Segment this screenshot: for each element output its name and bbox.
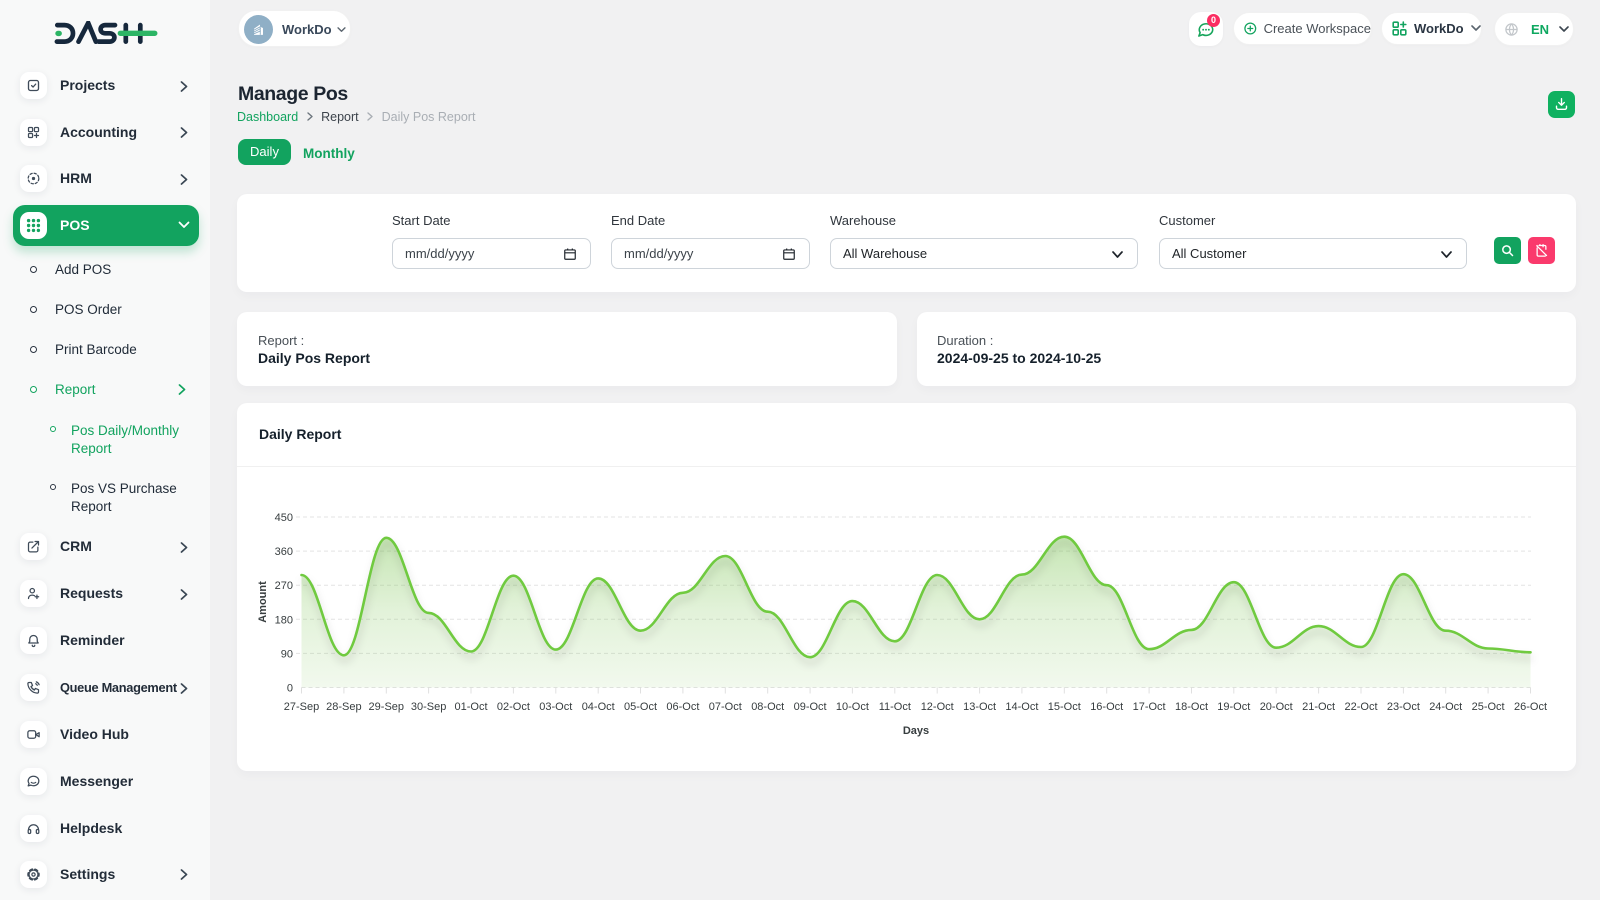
svg-text:01-Oct: 01-Oct	[454, 701, 487, 713]
svg-text:180: 180	[275, 614, 293, 626]
svg-text:90: 90	[281, 648, 293, 660]
svg-text:22-Oct: 22-Oct	[1344, 701, 1377, 713]
svg-text:Amount: Amount	[257, 581, 269, 623]
svg-text:28-Sep: 28-Sep	[326, 701, 361, 713]
svg-text:11-Oct: 11-Oct	[879, 701, 911, 713]
svg-text:05-Oct: 05-Oct	[624, 701, 657, 713]
svg-text:03-Oct: 03-Oct	[539, 701, 572, 713]
svg-text:27-Sep: 27-Sep	[284, 701, 319, 713]
svg-text:26-Oct: 26-Oct	[1514, 701, 1547, 713]
svg-text:19-Oct: 19-Oct	[1217, 701, 1250, 713]
svg-text:25-Oct: 25-Oct	[1472, 701, 1505, 713]
svg-text:12-Oct: 12-Oct	[921, 701, 954, 713]
svg-text:29-Sep: 29-Sep	[369, 701, 404, 713]
svg-text:09-Oct: 09-Oct	[794, 701, 827, 713]
svg-text:18-Oct: 18-Oct	[1175, 701, 1208, 713]
svg-text:21-Oct: 21-Oct	[1302, 701, 1335, 713]
svg-text:24-Oct: 24-Oct	[1429, 701, 1462, 713]
svg-text:360: 360	[275, 546, 293, 558]
svg-text:04-Oct: 04-Oct	[582, 701, 615, 713]
svg-text:20-Oct: 20-Oct	[1260, 701, 1293, 713]
svg-text:15-Oct: 15-Oct	[1048, 701, 1081, 713]
svg-text:06-Oct: 06-Oct	[666, 701, 699, 713]
svg-text:13-Oct: 13-Oct	[963, 701, 996, 713]
svg-text:02-Oct: 02-Oct	[497, 701, 530, 713]
svg-text:14-Oct: 14-Oct	[1005, 701, 1038, 713]
svg-text:0: 0	[287, 683, 293, 695]
svg-text:16-Oct: 16-Oct	[1090, 701, 1123, 713]
svg-text:270: 270	[275, 580, 293, 592]
svg-text:Days: Days	[903, 725, 929, 737]
svg-text:30-Sep: 30-Sep	[411, 701, 446, 713]
svg-text:10-Oct: 10-Oct	[836, 701, 869, 713]
svg-text:23-Oct: 23-Oct	[1387, 701, 1420, 713]
svg-text:08-Oct: 08-Oct	[751, 701, 784, 713]
svg-text:450: 450	[275, 512, 293, 524]
svg-text:07-Oct: 07-Oct	[709, 701, 742, 713]
svg-text:17-Oct: 17-Oct	[1133, 701, 1166, 713]
